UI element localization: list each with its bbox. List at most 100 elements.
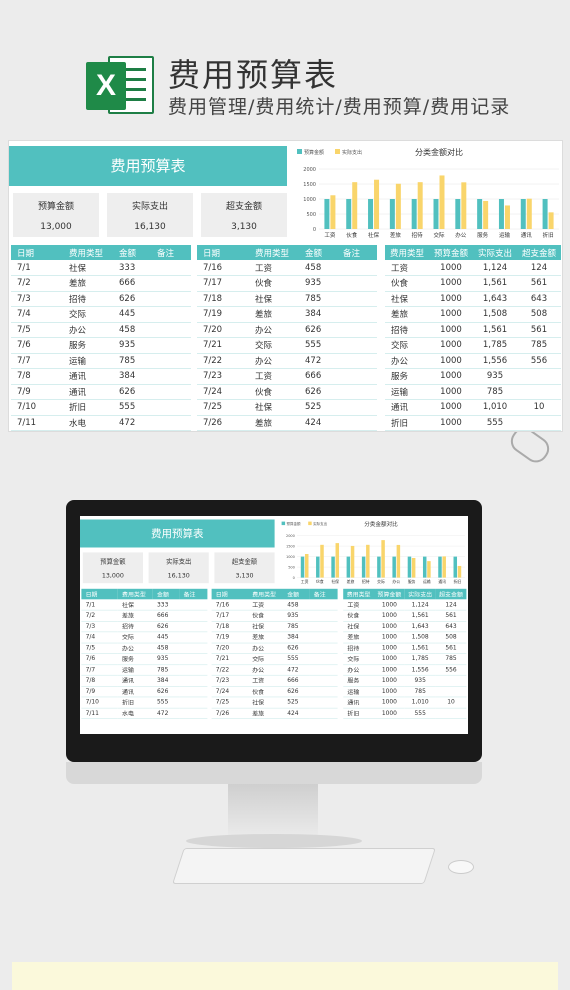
table-row[interactable]: 7/1 社保 333 [11,260,191,276]
mini-table-cell[interactable]: 7/2 [81,610,118,622]
table-cell[interactable] [517,384,561,400]
mini-table-row[interactable]: 交际 1000 1,785 785 [343,653,467,665]
mini-table-row[interactable]: 运输 1000 785 [343,686,467,698]
mini-table-cell[interactable]: 1,561 [404,610,436,622]
mini-table-cell[interactable]: 556 [435,664,467,676]
table-cell[interactable]: 1,643 [473,291,517,307]
mini-table-cell[interactable]: 1000 [374,707,405,719]
table-cell[interactable] [337,260,377,276]
mini-table-cell[interactable]: 7/17 [211,610,248,622]
table-cell[interactable]: 社保 [249,399,299,416]
mini-table-cell[interactable] [309,696,338,709]
mini-table-cell[interactable]: 7/9 [81,686,118,698]
mini-table-cell[interactable]: 626 [152,621,180,633]
mini-table-cell[interactable]: 通讯 [343,696,374,709]
table-row[interactable]: 7/17 伙食 935 [197,275,377,292]
table-row[interactable]: 7/16 工资 458 [197,260,377,276]
mini-table-cell[interactable]: 1000 [374,621,405,633]
mini-table-cell[interactable]: 伙食 [248,686,283,698]
table-cell[interactable] [151,322,191,338]
table-cell[interactable]: 7/1 [11,260,63,276]
mini-table-row[interactable]: 7/21 交际 555 [211,653,338,665]
mini-table-cell[interactable]: 1000 [374,696,405,709]
table-cell[interactable]: 差旅 [249,415,299,431]
table-cell[interactable] [337,384,377,400]
table-cell[interactable] [337,322,377,338]
table-cell[interactable] [337,306,377,323]
mini-table-cell[interactable]: 555 [283,653,310,665]
table-cell[interactable]: 7/17 [197,275,249,292]
mini-table-cell[interactable]: 交际 [343,653,374,665]
table-cell[interactable] [337,275,377,292]
mini-table-cell[interactable]: 交际 [248,653,283,665]
table-cell[interactable]: 办公 [63,322,113,338]
table-cell[interactable]: 7/11 [11,415,63,431]
mini-table-row[interactable]: 7/3 招待 626 [81,621,208,633]
mini-table-cell[interactable]: 1,643 [404,621,436,633]
table-cell[interactable]: 7/6 [11,337,63,354]
table-row[interactable]: 工资 1000 1,124 124 [385,260,561,276]
table-row[interactable]: 7/9 通讯 626 [11,384,191,400]
table-cell[interactable] [151,337,191,354]
table-cell[interactable]: 差旅 [385,306,429,323]
mini-table-cell[interactable]: 差旅 [248,631,283,644]
table-cell[interactable]: 7/18 [197,291,249,307]
table-cell[interactable]: 交际 [385,337,429,354]
table-cell[interactable]: 384 [113,368,151,385]
mini-table-row[interactable]: 7/18 社保 785 [211,621,338,633]
table-cell[interactable]: 561 [517,275,561,292]
table-row[interactable]: 交际 1000 1,785 785 [385,337,561,354]
table-cell[interactable]: 工资 [385,260,429,276]
table-cell[interactable]: 差旅 [249,306,299,323]
mini-table-cell[interactable] [179,642,208,654]
table-row[interactable]: 社保 1000 1,643 643 [385,291,561,307]
table-cell[interactable]: 7/7 [11,353,63,369]
table-row[interactable]: 折旧 1000 555 [385,415,561,431]
table-row[interactable]: 7/2 差旅 666 [11,275,191,292]
mini-table-cell[interactable]: 折旧 [343,707,374,719]
mini-table-cell[interactable]: 785 [435,653,467,665]
mini-table-cell[interactable]: 785 [283,621,310,633]
mini-table-cell[interactable] [309,599,338,611]
mini-table-cell[interactable]: 1000 [374,642,405,654]
mini-table-cell[interactable]: 7/4 [81,631,118,644]
table-cell[interactable]: 办公 [249,322,299,338]
table-cell[interactable]: 555 [299,337,337,354]
table-cell[interactable]: 1,561 [473,275,517,292]
table-cell[interactable]: 差旅 [63,275,113,292]
mini-table-cell[interactable]: 7/1 [81,599,118,611]
mini-table-cell[interactable]: 458 [152,642,180,654]
mini-table-row[interactable]: 7/20 办公 626 [211,642,338,654]
mini-table-cell[interactable]: 办公 [248,664,283,676]
mini-table-cell[interactable]: 384 [283,631,310,644]
mini-table-cell[interactable]: 社保 [343,621,374,633]
table-cell[interactable]: 通讯 [63,384,113,400]
mini-table-row[interactable]: 7/25 社保 525 [211,696,338,709]
table-cell[interactable]: 1000 [429,415,473,431]
table-cell[interactable]: 伙食 [249,275,299,292]
table-cell[interactable]: 1000 [429,337,473,354]
mini-table-cell[interactable]: 561 [435,610,467,622]
mini-table-row[interactable]: 7/23 工资 666 [211,675,338,687]
mini-table-cell[interactable]: 555 [404,707,436,719]
table-cell[interactable]: 服务 [63,337,113,354]
mini-table-cell[interactable]: 运输 [117,664,153,676]
table-row[interactable]: 7/24 伙食 626 [197,384,377,400]
table-cell[interactable]: 折旧 [385,415,429,431]
mini-table-row[interactable]: 工资 1000 1,124 124 [343,599,467,611]
mini-table-cell[interactable]: 643 [435,621,467,633]
mini-table-cell[interactable]: 666 [152,610,180,622]
mini-table-cell[interactable]: 1000 [374,610,405,622]
table-cell[interactable]: 7/2 [11,275,63,292]
table-cell[interactable]: 458 [299,260,337,276]
table-cell[interactable]: 472 [299,353,337,369]
table-row[interactable]: 服务 1000 935 [385,368,561,385]
mini-table-cell[interactable]: 555 [152,696,180,709]
table-cell[interactable]: 7/10 [11,399,63,416]
mini-table-cell[interactable]: 1,508 [404,631,436,644]
table-cell[interactable]: 1000 [429,260,473,276]
mini-table-cell[interactable] [179,599,208,611]
table-cell[interactable] [337,353,377,369]
table-cell[interactable]: 招待 [63,291,113,307]
mini-table-cell[interactable]: 差旅 [343,631,374,644]
